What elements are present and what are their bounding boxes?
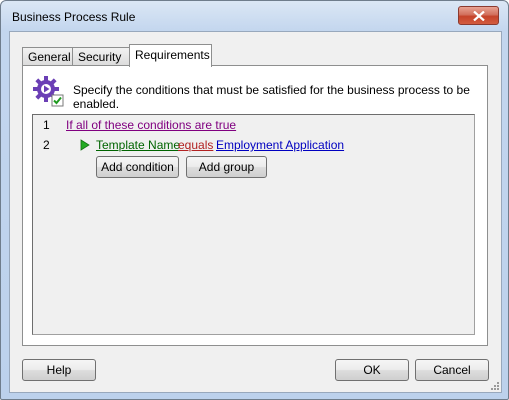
help-button[interactable]: Help: [22, 359, 96, 381]
add-condition-button[interactable]: Add condition: [96, 156, 179, 178]
add-group-button[interactable]: Add group: [186, 156, 267, 178]
play-icon[interactable]: [80, 139, 90, 151]
business-process-gear-icon: [33, 76, 64, 107]
requirements-description: Specify the conditions that must be sati…: [73, 83, 470, 111]
operator-link[interactable]: equals: [178, 138, 213, 152]
condition-editor: 1 If all of these conditions are true 2 …: [32, 114, 475, 335]
line-number: 1: [43, 118, 50, 132]
value-link[interactable]: Employment Application: [216, 138, 344, 152]
group-condition-link[interactable]: If all of these conditions are true: [66, 118, 236, 132]
close-button[interactable]: [458, 6, 499, 25]
dialog-window: Business Process Rule General Security R…: [0, 0, 509, 400]
dialog-body: General Security Requirements Specify th…: [9, 31, 502, 393]
tab-requirements[interactable]: Requirements: [129, 44, 212, 67]
line-number: 2: [43, 138, 50, 152]
requirements-panel: Specify the conditions that must be sati…: [22, 65, 488, 346]
ok-button[interactable]: OK: [335, 359, 409, 381]
title-bar[interactable]: Business Process Rule: [1, 1, 508, 31]
close-icon: [473, 11, 485, 21]
resize-grip-icon[interactable]: [489, 380, 499, 390]
cancel-button[interactable]: Cancel: [415, 359, 489, 381]
field-link[interactable]: Template Name: [96, 138, 180, 152]
window-title: Business Process Rule: [12, 10, 136, 24]
tab-general[interactable]: General: [22, 47, 73, 65]
tab-security[interactable]: Security: [72, 47, 130, 65]
